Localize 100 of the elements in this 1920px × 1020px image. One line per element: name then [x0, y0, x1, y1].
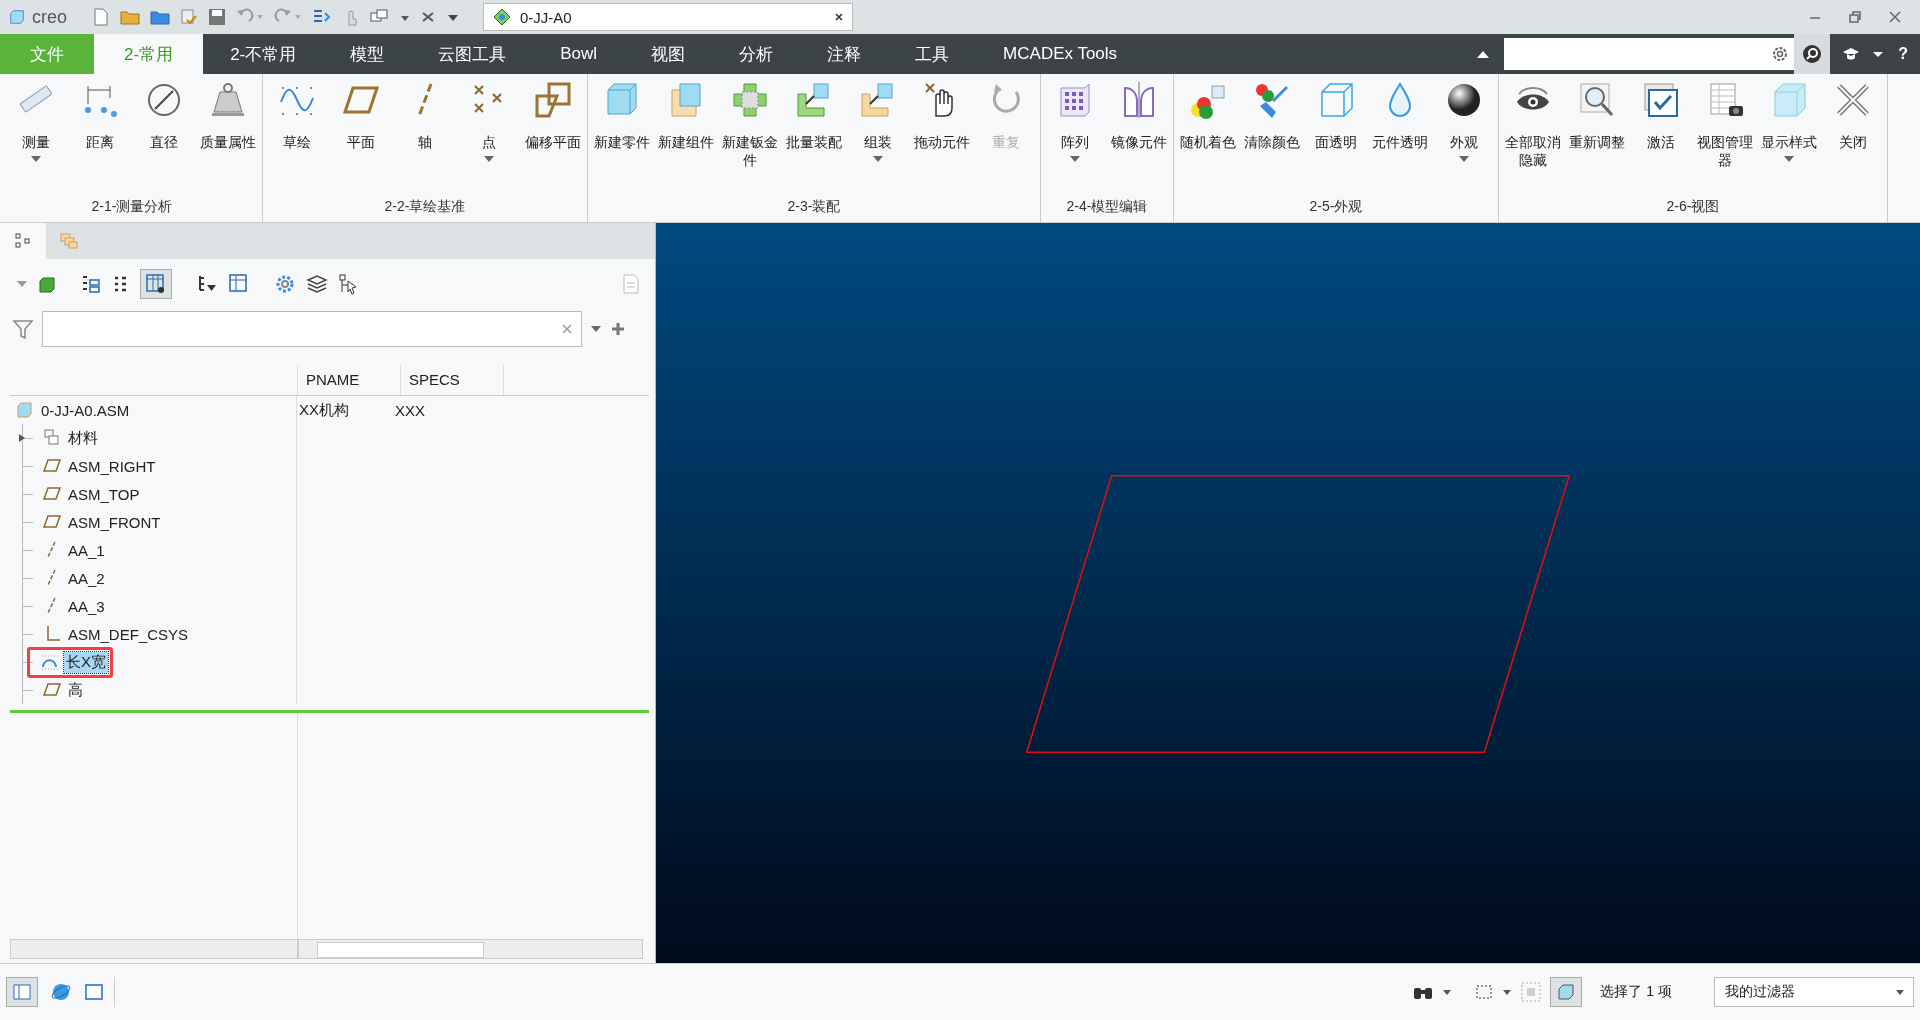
ribbon-command[interactable]: 直径 — [132, 74, 196, 194]
ribbon-command[interactable]: 关闭 — [1821, 74, 1885, 194]
close-icon[interactable] — [834, 12, 844, 22]
tree-item-label[interactable]: 0-JJ-A0.ASM — [39, 400, 132, 420]
ribbon-command[interactable]: 草绘 — [265, 74, 329, 194]
ribbon-tab[interactable]: 2-不常用 — [203, 34, 324, 74]
dropdown-caret-icon[interactable] — [873, 155, 883, 162]
ribbon-command[interactable]: 随机着色 — [1176, 74, 1240, 194]
help-link[interactable]: ? — [1898, 45, 1908, 63]
gear-icon[interactable] — [274, 273, 296, 295]
dropdown-caret-icon[interactable] — [484, 155, 494, 162]
tree-item-label[interactable]: 长X宽 — [64, 651, 108, 673]
graphics-area[interactable] — [656, 223, 1920, 963]
ribbon-command[interactable]: 外观 — [1432, 74, 1496, 194]
ribbon-command[interactable]: 激活 — [1629, 74, 1693, 194]
ribbon-command[interactable]: 元件透明 — [1368, 74, 1432, 194]
selected-items-button[interactable] — [1550, 977, 1583, 1007]
ribbon-command[interactable]: 显示样式 — [1757, 74, 1821, 194]
save-icon[interactable] — [207, 7, 227, 27]
ribbon-tab[interactable]: Bowl — [533, 34, 625, 74]
tree-item-label[interactable]: AA_1 — [66, 540, 107, 560]
ribbon-command[interactable]: 全部取消隐藏 — [1501, 74, 1565, 194]
dropdown-caret-icon[interactable] — [1070, 155, 1080, 162]
panel-toggle-button[interactable] — [6, 977, 38, 1007]
scrollbar[interactable] — [10, 939, 298, 959]
ribbon-tab[interactable]: 工具 — [888, 34, 977, 74]
filter-dropdown[interactable]: 我的过滤器 — [1714, 977, 1914, 1007]
clear-icon[interactable] — [561, 323, 573, 335]
ribbon-command[interactable]: 平面 — [329, 74, 393, 194]
plus-icon[interactable] — [610, 321, 626, 337]
ribbon-command[interactable]: 测量 — [4, 74, 68, 194]
sketch-diamond-icon — [492, 8, 512, 26]
ribbon-command[interactable]: 点 — [457, 74, 521, 194]
table-cell-text: XX机构 — [298, 400, 350, 420]
ribbon-tab[interactable]: 分析 — [712, 34, 801, 74]
group-label: 2-6-视图 — [1665, 197, 1721, 216]
tree-item-label[interactable]: AA_3 — [66, 596, 107, 616]
caret-icon[interactable] — [1442, 987, 1453, 997]
ribbon-command[interactable]: 面透明 — [1304, 74, 1368, 194]
dropdown-caret-icon[interactable] — [1784, 155, 1794, 162]
document-tab[interactable]: 0-JJ-A0 — [483, 3, 853, 31]
model-tree-tab[interactable] — [0, 223, 46, 259]
assembly-icon — [15, 400, 35, 420]
box-select-icon[interactable] — [1474, 982, 1495, 1002]
group-label: 2-2-草绘基准 — [383, 197, 467, 216]
cube-icon[interactable] — [38, 275, 56, 293]
table-icon[interactable] — [228, 273, 250, 295]
ribbon-command[interactable]: 视图管理器 — [1693, 74, 1757, 194]
tree-item-label[interactable]: ASM_RIGHT — [66, 456, 158, 476]
column-header[interactable]: SPECS — [401, 365, 504, 395]
dropdown-caret-icon[interactable] — [31, 155, 41, 162]
tree-item-label[interactable]: AA_2 — [66, 568, 107, 588]
restore-icon[interactable] — [1848, 10, 1862, 24]
ribbon-command[interactable]: 距离 — [68, 74, 132, 194]
ribbon-command[interactable]: 质量属性 — [196, 74, 260, 194]
tree-item-label[interactable]: 材料 — [66, 427, 100, 449]
offset-plane-icon — [533, 80, 573, 120]
filter-icon[interactable] — [12, 318, 34, 340]
caret-icon[interactable] — [1872, 49, 1885, 59]
caret-icon[interactable] — [590, 324, 602, 334]
caret-icon[interactable] — [1502, 987, 1513, 997]
ribbon-command[interactable]: 新建组件 — [654, 74, 718, 194]
app-logo: creo — [32, 6, 67, 28]
ribbon-tab[interactable]: 云图工具 — [411, 34, 534, 74]
globe-icon[interactable] — [50, 981, 72, 1003]
column-header[interactable]: PNAME — [298, 365, 401, 395]
search-field[interactable] — [1504, 38, 1795, 70]
collapse-caret-icon[interactable] — [1476, 49, 1491, 59]
collapsed-arrow-icon[interactable] — [18, 433, 26, 443]
ribbon-command[interactable]: 新建零件 — [590, 74, 654, 194]
new-file-icon[interactable] — [91, 7, 111, 27]
window-icon[interactable] — [84, 982, 104, 1002]
search-field[interactable] — [42, 311, 582, 347]
tree-icon — [14, 232, 32, 250]
tree-item-label[interactable]: ASM_TOP — [66, 484, 142, 504]
layers-icon[interactable] — [306, 273, 328, 295]
search-button[interactable] — [1794, 34, 1831, 74]
tree-item-label[interactable]: ASM_DEF_CSYS — [66, 624, 191, 644]
ribbon-command[interactable]: 拖动元件 — [910, 74, 974, 194]
ribbon-command[interactable]: 新建钣金件 — [718, 74, 782, 194]
graduation-cap-icon[interactable] — [1842, 47, 1861, 61]
ribbon-command[interactable]: 清除颜色 — [1240, 74, 1304, 194]
ribbon-tab[interactable]: 注释 — [800, 34, 889, 74]
column-display-button[interactable] — [140, 269, 172, 299]
ribbon-tab[interactable]: 视图 — [624, 34, 713, 74]
tree-item-label[interactable]: ASM_FRONT — [66, 512, 163, 532]
ribbon-tab[interactable]: MCADEx Tools — [976, 34, 1145, 74]
document-check-icon[interactable] — [179, 7, 199, 27]
ribbon-command[interactable]: 组装 — [846, 74, 910, 194]
group-label: 2-5-外观 — [1308, 197, 1364, 216]
scrollbar[interactable] — [298, 939, 643, 959]
ribbon-command[interactable]: 轴 — [393, 74, 457, 194]
ribbon-command[interactable]: 批量装配 — [782, 74, 846, 194]
ribbon-command[interactable]: 镜像元件 — [1107, 74, 1171, 194]
dropdown-caret-icon[interactable] — [1459, 155, 1469, 162]
ribbon-command[interactable]: 偏移平面 — [521, 74, 585, 194]
ribbon-command[interactable]: 阵列 — [1043, 74, 1107, 194]
tree-item-label[interactable]: 高 — [66, 679, 85, 701]
ribbon-command[interactable]: 重新调整 — [1565, 74, 1629, 194]
ribbon-tab[interactable]: 模型 — [323, 34, 412, 74]
